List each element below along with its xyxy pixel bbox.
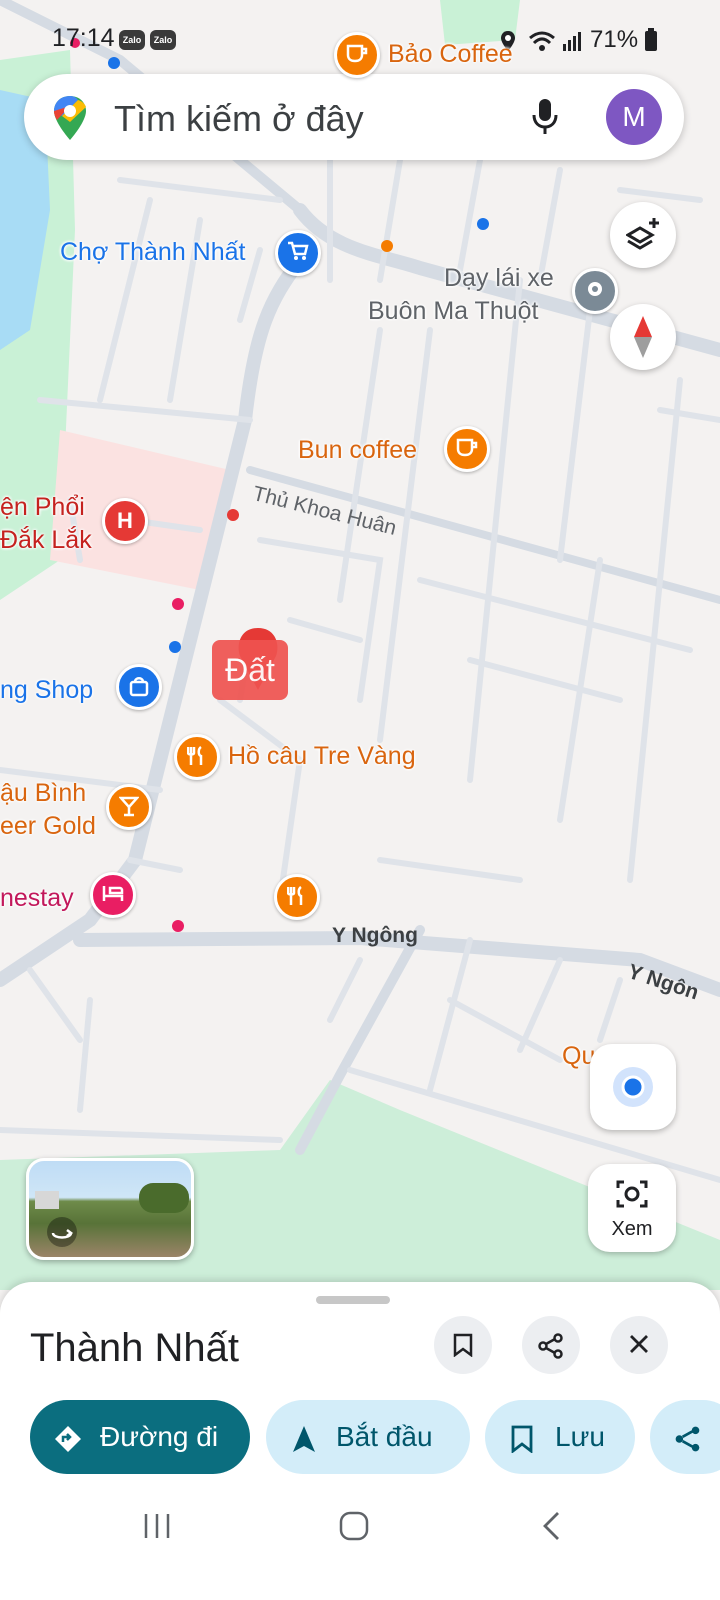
battery-percent: 71%	[590, 26, 639, 53]
map-label-buon-ma-thuot[interactable]: Buôn Ma Thuột	[368, 297, 538, 326]
close-icon	[630, 1335, 648, 1353]
battery-icon	[645, 28, 657, 51]
zalo-notification-icon-2: Zalo	[150, 30, 176, 50]
directions-icon	[55, 1426, 81, 1452]
layers-button[interactable]	[610, 202, 676, 268]
microphone-icon[interactable]	[532, 98, 558, 136]
cafe-pin-icon[interactable]	[334, 32, 380, 78]
camera-lens-icon	[616, 1180, 648, 1208]
save-chip-label: Lưu	[555, 1421, 605, 1452]
compass-icon	[634, 316, 652, 358]
signal-icon	[563, 32, 581, 51]
restaurant-pin-icon-2[interactable]	[274, 874, 320, 920]
status-time: 17:14	[52, 24, 115, 52]
save-chip-button[interactable]: Lưu	[485, 1400, 635, 1474]
map-label-bun-coffee[interactable]: Bun coffee	[298, 436, 417, 465]
map-label-day-lai-xe[interactable]: Dạy lái xe	[444, 264, 554, 293]
dropped-pin-label[interactable]: Đất	[212, 640, 288, 700]
street-view-thumbnail[interactable]	[26, 1158, 194, 1260]
cafe-pin-icon-2[interactable]	[444, 426, 490, 472]
place-pin-icon[interactable]	[572, 268, 618, 314]
map-label-homestay[interactable]: nestay	[0, 884, 74, 913]
tree-shape	[139, 1183, 189, 1213]
bar-pin-icon[interactable]	[106, 784, 152, 830]
back-icon[interactable]	[540, 1510, 562, 1542]
search-input[interactable]: Tìm kiếm ở đây	[114, 98, 364, 140]
rotate-360-icon	[47, 1217, 77, 1247]
recent-apps-icon[interactable]	[142, 1512, 172, 1540]
save-icon-button[interactable]	[434, 1316, 492, 1374]
shopping-bag-pin-icon[interactable]	[116, 664, 162, 710]
directions-button[interactable]: Đường đi	[30, 1400, 250, 1474]
start-button[interactable]: Bắt đầu	[266, 1400, 470, 1474]
my-location-button[interactable]	[590, 1044, 676, 1130]
map-label-cho-thanh-nhat[interactable]: Chợ Thành Nhất	[60, 238, 246, 267]
system-nav-bar	[0, 1500, 720, 1600]
map-label-hospital-line2[interactable]: Đắk Lắk	[0, 526, 92, 555]
map-label-hospital-line1[interactable]: ện Phổi	[0, 493, 85, 522]
bookmark-icon	[453, 1333, 473, 1358]
sheet-drag-handle[interactable]	[316, 1296, 390, 1304]
my-location-icon	[613, 1067, 653, 1107]
map-label-beer-line1[interactable]: ậu Bình	[0, 779, 86, 808]
share-icon-button[interactable]	[522, 1316, 580, 1374]
map-label-beer-line2[interactable]: eer Gold	[0, 812, 96, 841]
share-chip-button[interactable]	[650, 1400, 720, 1474]
google-maps-logo-icon	[54, 96, 86, 140]
compass-button[interactable]	[610, 304, 676, 370]
directions-label: Đường đi	[100, 1421, 219, 1452]
start-label: Bắt đầu	[336, 1421, 433, 1452]
bookmark-icon-2	[511, 1425, 533, 1453]
wifi-icon	[529, 31, 555, 51]
zalo-notification-icon: Zalo	[119, 30, 145, 50]
home-icon[interactable]	[338, 1510, 370, 1542]
street-label-y-ngong: Y Ngông	[332, 924, 418, 947]
place-title: Thành Nhất	[30, 1326, 240, 1370]
share-icon	[538, 1333, 563, 1359]
share-icon-2	[675, 1426, 700, 1452]
layers-icon	[626, 218, 659, 250]
map-label-bao-coffee[interactable]: Bảo Coffee	[388, 40, 513, 69]
restaurant-pin-icon[interactable]	[174, 734, 220, 780]
house-shape	[35, 1191, 59, 1209]
search-bar[interactable]: Tìm kiếm ở đây M	[24, 74, 684, 160]
hospital-pin-icon[interactable]: H	[102, 498, 148, 544]
avatar[interactable]: M	[606, 89, 662, 145]
lens-view-label: Xem	[611, 1218, 653, 1240]
close-button[interactable]	[610, 1316, 668, 1374]
shopping-cart-pin-icon[interactable]	[275, 230, 321, 276]
map-label-shop[interactable]: ng Shop	[0, 676, 93, 705]
lens-view-button[interactable]: Xem	[588, 1164, 676, 1252]
map-label-ho-cau-tre-vang[interactable]: Hồ câu Tre Vàng	[228, 742, 416, 771]
navigation-arrow-icon	[293, 1426, 315, 1452]
hotel-pin-icon[interactable]	[90, 872, 136, 918]
